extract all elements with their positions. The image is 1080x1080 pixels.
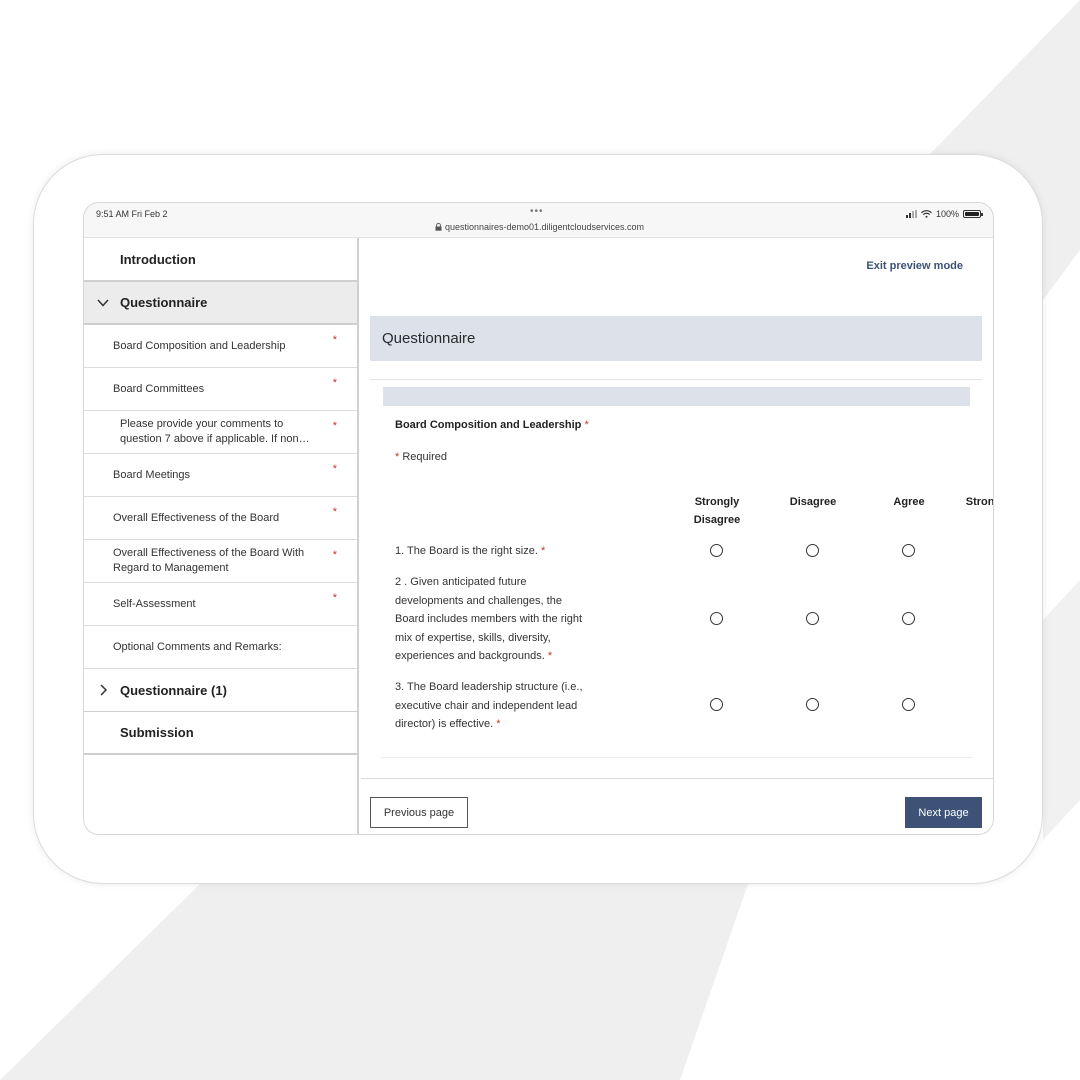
- sidebar-item-submission[interactable]: Submission: [84, 712, 357, 755]
- sidebar-item-label: Optional Comments and Remarks:: [113, 640, 282, 653]
- required-star: *: [395, 451, 400, 463]
- sidebar-item-board-committees[interactable]: Board Committees *: [84, 368, 357, 411]
- sidebar-item-self-assessment[interactable]: Self-Assessment *: [84, 583, 357, 626]
- sidebar-item-label: Overall Effectiveness of the Board With …: [113, 547, 305, 574]
- sidebar-item-introduction[interactable]: Introduction: [84, 238, 357, 282]
- q2-radio-agree[interactable]: [902, 612, 915, 625]
- required-star: *: [332, 334, 337, 346]
- section-band: [383, 387, 970, 406]
- status-indicators: 100%: [905, 209, 983, 219]
- chevron-right-icon: [100, 684, 108, 696]
- required-star: *: [332, 377, 337, 389]
- address-bar[interactable]: questionnaires-demo01.diligentcloudservi…: [84, 222, 993, 232]
- sidebar-item-comments-question-7[interactable]: Please provide your comments to question…: [84, 411, 357, 454]
- q3-radio-strongly-disagree[interactable]: [710, 698, 723, 711]
- required-star: *: [584, 419, 589, 431]
- sidebar-item-label: Questionnaire: [120, 295, 208, 310]
- q1-radio-agree[interactable]: [902, 544, 915, 557]
- sidebar-item-board-meetings[interactable]: Board Meetings *: [84, 454, 357, 497]
- required-star: *: [332, 463, 337, 475]
- battery-percent: 100%: [935, 209, 959, 219]
- sidebar-item-board-composition[interactable]: Board Composition and Leadership *: [84, 325, 357, 368]
- exit-preview-link[interactable]: Exit preview mode: [866, 260, 963, 272]
- required-star: *: [496, 718, 501, 730]
- required-note: * Required: [395, 451, 447, 463]
- question-1-text: 1. The Board is the right size. *: [395, 542, 595, 561]
- required-star: *: [332, 549, 337, 561]
- q1-radio-disagree[interactable]: [806, 544, 819, 557]
- question-3-text: 3. The Board leadership structure (i.e.,…: [395, 678, 591, 734]
- column-header-agree: Agree: [893, 496, 925, 508]
- q1-radio-strongly-disagree[interactable]: [710, 544, 723, 557]
- sidebar-item-label: Self-Assessment: [113, 597, 196, 610]
- sidebar-item-label: Submission: [120, 725, 194, 740]
- column-header-disagree: Disagree: [789, 496, 837, 508]
- required-star: *: [332, 506, 337, 518]
- q2-radio-disagree[interactable]: [806, 612, 819, 625]
- page-title: Questionnaire: [370, 316, 982, 361]
- sidebar-nav: Introduction Questionnaire Board Composi…: [84, 238, 359, 834]
- tablet-screen: 9:51 AM Fri Feb 2 ••• questionnaires-dem…: [83, 202, 994, 835]
- next-page-button[interactable]: Next page: [905, 797, 982, 828]
- browser-status-bar: 9:51 AM Fri Feb 2 ••• questionnaires-dem…: [84, 203, 993, 238]
- chevron-down-icon: [97, 299, 109, 307]
- section-title: Board Composition and Leadership *: [395, 419, 589, 431]
- q3-radio-agree[interactable]: [902, 698, 915, 711]
- sidebar-item-effectiveness-management[interactable]: Overall Effectiveness of the Board With …: [84, 540, 357, 583]
- section-title-text: Board Composition and Leadership: [395, 419, 582, 431]
- main-content: Exit preview mode Questionnaire Board Co…: [361, 238, 994, 834]
- q2-radio-strongly-disagree[interactable]: [710, 612, 723, 625]
- q3-radio-disagree[interactable]: [806, 698, 819, 711]
- battery-icon: [963, 210, 983, 218]
- question-label: 1. The Board is the right size.: [395, 545, 538, 557]
- status-time: 9:51 AM Fri Feb 2: [96, 209, 168, 219]
- previous-page-button[interactable]: Previous page: [370, 797, 468, 828]
- column-header-strongly-agree: Strongly Agree: [965, 496, 994, 508]
- divider: [381, 757, 973, 758]
- sidebar-item-label: Board Committees: [113, 382, 205, 395]
- sidebar-item-optional-comments[interactable]: Optional Comments and Remarks:: [84, 626, 357, 669]
- question-label: 3. The Board leadership structure (i.e.,…: [395, 681, 583, 730]
- more-dots-icon[interactable]: •••: [530, 206, 544, 217]
- required-star: *: [547, 650, 553, 662]
- sidebar-item-label: Introduction: [120, 251, 196, 267]
- sidebar-item-questionnaire[interactable]: Questionnaire: [84, 282, 357, 325]
- sidebar-item-questionnaire-1[interactable]: Questionnaire (1): [84, 669, 357, 712]
- required-star: *: [332, 420, 337, 432]
- sidebar-item-label: Please provide your comments to question…: [120, 418, 310, 445]
- sidebar-item-label: Overall Effectiveness of the Board: [113, 511, 280, 524]
- signal-icon: [905, 210, 917, 218]
- column-header-strongly-disagree: Strongly Disagree: [693, 496, 741, 526]
- required-note-text: Required: [402, 451, 447, 463]
- footer-divider: [361, 778, 993, 779]
- lock-icon: [435, 222, 442, 231]
- required-star: *: [332, 592, 337, 604]
- sidebar-item-label: Board Meetings: [113, 468, 191, 481]
- url-text: questionnaires-demo01.diligentcloudservi…: [444, 222, 645, 232]
- sidebar-item-overall-effectiveness[interactable]: Overall Effectiveness of the Board *: [84, 497, 357, 540]
- sidebar-item-label: Questionnaire (1): [120, 682, 227, 698]
- wifi-icon: [921, 210, 932, 218]
- required-star: *: [540, 545, 546, 557]
- sidebar-item-label: Board Composition and Leadership: [113, 339, 286, 352]
- divider: [370, 379, 982, 380]
- question-2-text: 2 . Given anticipated future development…: [395, 573, 593, 666]
- question-label: 2 . Given anticipated future development…: [395, 576, 583, 662]
